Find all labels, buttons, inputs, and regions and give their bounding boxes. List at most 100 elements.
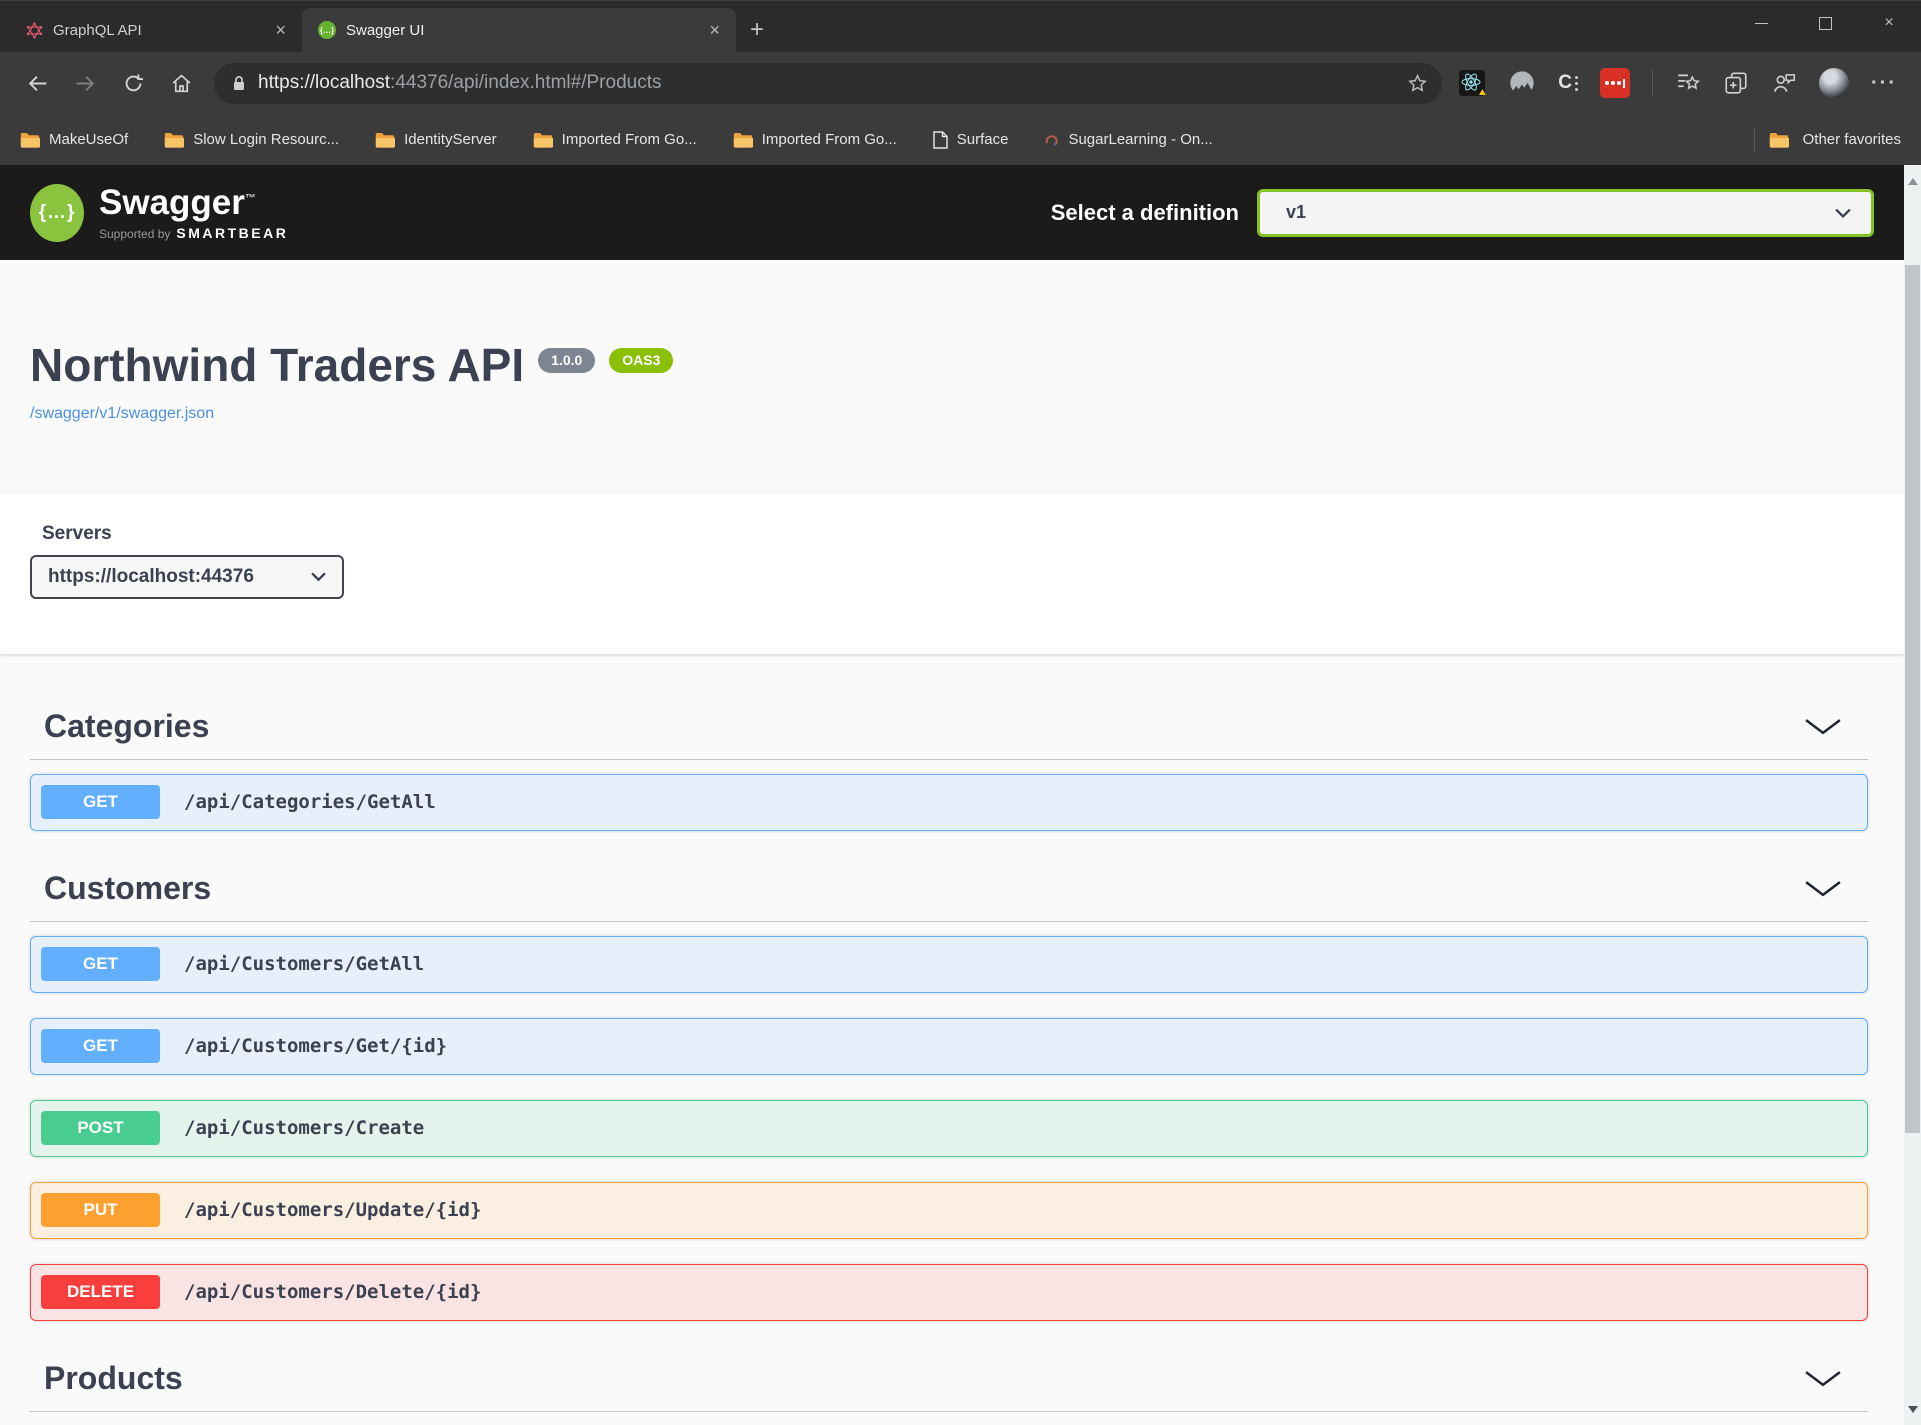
url-text: https://localhost:44376/api/index.html#/… xyxy=(258,72,1407,94)
servers-section: Servers https://localhost:44376 xyxy=(0,493,1904,654)
folder-icon xyxy=(375,132,395,148)
scroll-down-button[interactable] xyxy=(1904,1395,1921,1423)
page-scrollbar[interactable] xyxy=(1904,165,1921,1425)
other-favorites[interactable]: Other favorites xyxy=(1754,127,1901,153)
oas3-badge: OAS3 xyxy=(609,348,673,373)
extensions-area: C xyxy=(1458,68,1905,98)
bookmark-folder[interactable]: Slow Login Resourc... xyxy=(164,131,339,148)
operation-path: /api/Categories/GetAll xyxy=(184,791,436,813)
brand-name: Swagger xyxy=(99,183,245,222)
trademark: ™ xyxy=(245,192,256,204)
server-select[interactable]: https://localhost:44376 xyxy=(30,555,344,599)
api-info: Northwind Traders API 1.0.0 OAS3 /swagge… xyxy=(0,260,1904,423)
tab-close-icon[interactable]: × xyxy=(271,21,290,39)
swagger-logo-icon: {…} xyxy=(30,184,84,242)
maximize-button[interactable] xyxy=(1793,1,1857,45)
folder-icon xyxy=(164,132,184,148)
folder-icon xyxy=(733,132,753,148)
back-icon[interactable] xyxy=(16,62,58,104)
section-title: Products xyxy=(44,1360,183,1397)
home-icon[interactable] xyxy=(160,62,202,104)
spec-link[interactable]: /swagger/v1/swagger.json xyxy=(30,405,214,423)
method-badge: GET xyxy=(41,785,160,819)
tab-close-icon[interactable]: × xyxy=(705,21,724,39)
bookmark-surface[interactable]: Surface xyxy=(933,131,1009,149)
bookmark-sugarlearning[interactable]: SugarLearning - On... xyxy=(1044,131,1212,148)
chevron-down-icon[interactable] xyxy=(1804,880,1842,897)
page-icon xyxy=(933,131,948,149)
operation-path: /api/Customers/Get/{id} xyxy=(184,1035,447,1057)
operation-row[interactable]: PUT /api/Customers/Update/{id} xyxy=(30,1182,1868,1239)
browser-chrome: GraphQL API × {…} Swagger UI × + × xyxy=(0,0,1921,165)
section-products: Products xyxy=(30,1346,1868,1412)
folder-icon xyxy=(20,132,40,148)
favorite-star-icon[interactable] xyxy=(1407,73,1428,94)
colorzilla-extension-icon[interactable]: C xyxy=(1558,72,1578,94)
profile-avatar[interactable] xyxy=(1819,68,1849,98)
chevron-down-icon[interactable] xyxy=(1804,718,1842,735)
minimize-button[interactable] xyxy=(1729,1,1793,45)
lastpass-extension-icon[interactable] xyxy=(1600,68,1630,98)
server-value: https://localhost:44376 xyxy=(48,566,254,588)
servers-label: Servers xyxy=(42,523,1874,545)
operations-list: Categories GET /api/Categories/GetAll Cu… xyxy=(0,654,1904,1412)
method-badge: DELETE xyxy=(41,1275,160,1309)
operation-path: /api/Customers/Delete/{id} xyxy=(184,1281,481,1303)
tab-graphql-api[interactable]: GraphQL API × xyxy=(10,8,302,52)
browser-toolbar: https://localhost:44376/api/index.html#/… xyxy=(0,52,1921,114)
section-title: Categories xyxy=(44,708,209,745)
version-badge: 1.0.0 xyxy=(538,348,595,373)
swagger-topbar: {…} Swagger™ Supported by SMARTBEAR Sele… xyxy=(0,165,1904,260)
operation-row[interactable]: POST /api/Customers/Create xyxy=(30,1100,1868,1157)
operation-row[interactable]: GET /api/Customers/Get/{id} xyxy=(30,1018,1868,1075)
swagger-favicon: {…} xyxy=(318,21,336,39)
url-host: https://localhost xyxy=(258,72,390,93)
tab-strip: GraphQL API × {…} Swagger UI × + × xyxy=(0,0,1921,52)
url-rest: :44376/api/index.html#/Products xyxy=(390,72,661,93)
definition-selector: Select a definition v1 xyxy=(1051,189,1874,237)
favorites-list-icon[interactable] xyxy=(1675,70,1701,96)
operation-path: /api/Customers/GetAll xyxy=(184,953,424,975)
page-content: {…} Swagger™ Supported by SMARTBEAR Sele… xyxy=(0,165,1904,1425)
definition-label: Select a definition xyxy=(1051,200,1239,226)
section-customers: Customers GET /api/Customers/GetAll GET … xyxy=(30,856,1868,1321)
forward-icon[interactable] xyxy=(64,62,106,104)
folder-icon xyxy=(533,132,553,148)
feedback-icon[interactable] xyxy=(1771,70,1797,96)
definition-select[interactable]: v1 xyxy=(1257,189,1874,237)
swagger-logo: {…} Swagger™ Supported by SMARTBEAR xyxy=(30,184,288,242)
smartbear-label: SMARTBEAR xyxy=(176,225,288,241)
operation-row[interactable]: DELETE /api/Customers/Delete/{id} xyxy=(30,1264,1868,1321)
bookmark-folder[interactable]: Imported From Go... xyxy=(533,131,697,148)
graphql-icon xyxy=(26,22,43,39)
tab-title: Swagger UI xyxy=(346,22,695,39)
scrollbar-thumb[interactable] xyxy=(1905,265,1920,1133)
operation-row[interactable]: GET /api/Categories/GetAll xyxy=(30,774,1868,831)
vpn-extension-icon[interactable] xyxy=(1508,69,1536,97)
bookmark-folder[interactable]: MakeUseOf xyxy=(20,131,128,148)
address-bar[interactable]: https://localhost:44376/api/index.html#/… xyxy=(214,63,1442,104)
section-header[interactable]: Customers xyxy=(30,856,1868,922)
chevron-down-icon xyxy=(1835,208,1851,218)
definition-value: v1 xyxy=(1286,202,1306,223)
method-badge: POST xyxy=(41,1111,160,1145)
reload-icon[interactable] xyxy=(112,62,154,104)
settings-menu-icon[interactable]: ··· xyxy=(1871,72,1897,95)
section-header[interactable]: Categories xyxy=(30,694,1868,760)
new-tab-button[interactable]: + xyxy=(750,18,764,42)
tab-swagger-ui[interactable]: {…} Swagger UI × xyxy=(302,8,736,52)
react-devtools-extension-icon[interactable] xyxy=(1458,69,1486,97)
lock-icon[interactable] xyxy=(230,74,248,92)
close-button[interactable]: × xyxy=(1857,1,1921,45)
bookmark-folder[interactable]: IdentityServer xyxy=(375,131,497,148)
collections-icon[interactable] xyxy=(1723,70,1749,96)
section-title: Customers xyxy=(44,870,211,907)
chevron-down-icon[interactable] xyxy=(1804,1370,1842,1387)
scroll-up-button[interactable] xyxy=(1904,167,1921,195)
operation-row[interactable]: GET /api/Customers/GetAll xyxy=(30,936,1868,993)
chevron-down-icon xyxy=(311,572,326,581)
bookmark-folder[interactable]: Imported From Go... xyxy=(733,131,897,148)
operation-path: /api/Customers/Update/{id} xyxy=(184,1199,481,1221)
section-header[interactable]: Products xyxy=(30,1346,1868,1412)
tab-title: GraphQL API xyxy=(53,22,261,39)
